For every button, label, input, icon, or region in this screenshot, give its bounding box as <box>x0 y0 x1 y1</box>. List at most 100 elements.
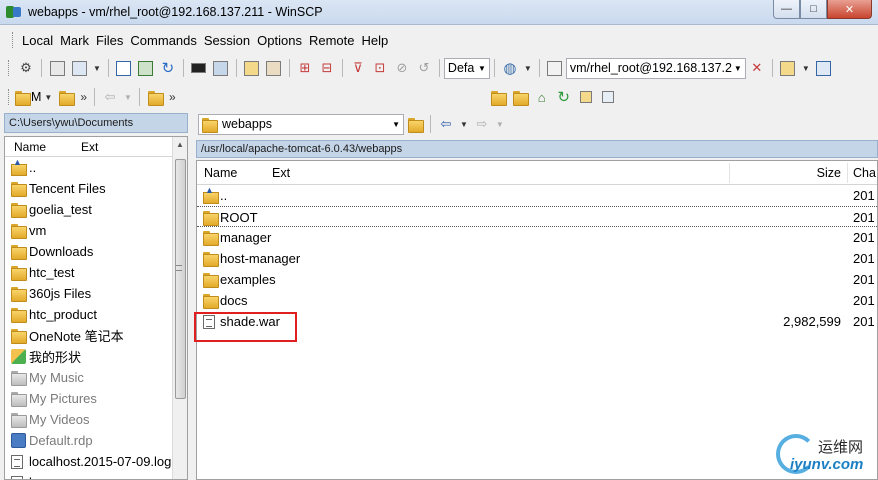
table-row[interactable]: ROOT 201 <box>197 206 877 227</box>
local-drive-label[interactable]: M <box>31 90 41 104</box>
chevron-right-icon[interactable]: » <box>169 90 176 104</box>
back-arrow-icon[interactable]: ⇦ <box>435 113 457 135</box>
compare-icon[interactable] <box>46 57 68 79</box>
toolbar-separator <box>430 115 431 133</box>
pane-splitter[interactable] <box>189 110 195 480</box>
table-row[interactable]: docs 201 <box>197 290 877 311</box>
forward-arrow-icon[interactable]: ⇨ <box>471 113 493 135</box>
column-changed-header[interactable]: Cha <box>853 166 876 180</box>
console-icon[interactable] <box>188 57 210 79</box>
open-folder-icon[interactable] <box>55 86 77 108</box>
clear-selection-icon[interactable]: ⊘ <box>391 57 413 79</box>
remote-path-bar[interactable]: /usr/local/apache-tomcat-6.0.43/webapps <box>196 140 878 158</box>
list-item[interactable]: 我的形状 <box>5 346 187 367</box>
home-icon[interactable]: ⌂ <box>531 86 553 108</box>
back-arrow-icon[interactable]: ⇦ <box>99 86 121 108</box>
table-row[interactable]: shade.war 2,982,599 201 <box>197 311 877 332</box>
list-item[interactable]: 360js Files <box>5 283 187 304</box>
bookmark-icon[interactable] <box>575 86 597 108</box>
column-name-header[interactable]: Name <box>204 166 237 180</box>
remote-parent-directory-icon[interactable] <box>487 86 509 108</box>
restore-selection-icon[interactable]: ↺ <box>413 57 435 79</box>
chevron-right-icon[interactable]: » <box>80 90 87 104</box>
table-row[interactable]: examples 201 <box>197 269 877 290</box>
menu-mark[interactable]: Mark <box>57 33 92 48</box>
column-size-header[interactable]: Size <box>817 166 841 180</box>
list-item[interactable]: OneNote 笔记本 <box>5 325 187 346</box>
file-icon <box>11 475 23 479</box>
invert-selection-icon[interactable]: ⊡ <box>369 57 391 79</box>
list-item[interactable]: .. <box>5 157 187 178</box>
menu-session[interactable]: Session <box>201 33 253 48</box>
toolbar-grip[interactable] <box>8 60 11 76</box>
column-name-header[interactable]: Name <box>14 140 46 154</box>
remote-refresh-icon[interactable]: ↻ <box>553 86 575 108</box>
scrollbar-thumb[interactable] <box>175 159 186 399</box>
column-ext-header[interactable]: Ext <box>272 166 290 180</box>
chevron-down-icon[interactable]: ▼ <box>124 93 132 102</box>
menu-local[interactable]: Local <box>19 33 56 48</box>
list-item[interactable]: Downloads <box>5 241 187 262</box>
globe-icon[interactable]: ◍ <box>499 57 521 79</box>
disconnect-icon[interactable]: ✕ <box>746 57 768 79</box>
synchronize-icon[interactable] <box>68 57 90 79</box>
transfer-settings-combo[interactable]: Defa ▼ <box>443 57 490 79</box>
putty-icon[interactable] <box>210 57 232 79</box>
list-item[interactable]: l... <box>5 472 187 479</box>
minimize-button[interactable]: — <box>773 0 800 19</box>
list-item[interactable]: My Music <box>5 367 187 388</box>
local-path-bar[interactable]: C:\Users\ywu\Documents <box>4 113 188 133</box>
queue-icon[interactable] <box>113 57 135 79</box>
remote-root-directory-icon[interactable] <box>509 86 531 108</box>
menu-options[interactable]: Options <box>254 33 305 48</box>
table-row[interactable]: manager 201 <box>197 227 877 248</box>
menu-grip[interactable] <box>12 32 15 48</box>
remote-folder-combo[interactable]: webapps ▼ <box>198 113 404 135</box>
chevron-down-icon[interactable]: ▼ <box>496 120 504 129</box>
menu-remote[interactable]: Remote <box>306 33 358 48</box>
table-row[interactable]: .. 201 <box>197 185 877 206</box>
chevron-down-icon[interactable]: ▼ <box>44 93 52 102</box>
scroll-up-arrow-icon[interactable]: ▲ <box>176 140 184 149</box>
select-minus-icon[interactable]: ⊟ <box>316 57 338 79</box>
chevron-down-icon[interactable]: ▼ <box>460 120 468 129</box>
list-item[interactable]: htc_test <box>5 262 187 283</box>
menu-help[interactable]: Help <box>358 33 391 48</box>
local-file-list[interactable]: Name Ext .. Tencent Files goelia_testvm Dow… <box>4 136 188 480</box>
refresh-icon[interactable]: ↻ <box>157 57 179 79</box>
preferences-gear-icon[interactable]: ⚙ <box>15 57 37 79</box>
list-item[interactable]: goelia_test <box>5 199 187 220</box>
list-item[interactable]: My Pictures <box>5 388 187 409</box>
list-item[interactable]: localhost.2015-07-09.log <box>5 451 187 472</box>
column-ext-header[interactable]: Ext <box>81 140 98 154</box>
menu-commands[interactable]: Commands <box>127 33 199 48</box>
list-item-name: goelia_test <box>29 202 92 217</box>
parent-directory-icon[interactable] <box>144 86 166 108</box>
list-item[interactable]: Default.rdp <box>5 430 187 451</box>
open-directory-icon[interactable] <box>404 113 426 135</box>
select-plus-icon[interactable]: ⊞ <box>294 57 316 79</box>
list-item[interactable]: vm <box>5 220 187 241</box>
edit-icon[interactable] <box>263 57 285 79</box>
new-session-icon[interactable] <box>544 57 566 79</box>
maximize-button[interactable]: □ <box>800 0 827 19</box>
list-item[interactable]: Tencent Files <box>5 178 187 199</box>
filter-icon[interactable]: ⊽ <box>347 57 369 79</box>
session-combo[interactable]: vm/rhel_root@192.168.137.2 ▼ <box>565 57 746 79</box>
transfer-icon[interactable] <box>135 57 157 79</box>
chevron-down-icon[interactable]: ▼ <box>93 64 101 73</box>
chevron-down-icon[interactable]: ▼ <box>802 64 810 73</box>
list-item[interactable]: htc_product <box>5 304 187 325</box>
local-vertical-scrollbar[interactable]: ▲ <box>172 137 187 479</box>
menu-files[interactable]: Files <box>93 33 126 48</box>
site-manager-icon[interactable] <box>777 57 799 79</box>
close-button[interactable]: ✕ <box>827 0 872 19</box>
toolbar-grip[interactable] <box>8 89 11 105</box>
folder-icon <box>11 287 27 302</box>
help-icon[interactable] <box>813 57 835 79</box>
list-item[interactable]: My Videos <box>5 409 187 430</box>
tree-view-icon[interactable] <box>597 86 619 108</box>
table-row[interactable]: host-manager 201 <box>197 248 877 269</box>
chevron-down-icon[interactable]: ▼ <box>524 64 532 73</box>
find-files-icon[interactable] <box>241 57 263 79</box>
